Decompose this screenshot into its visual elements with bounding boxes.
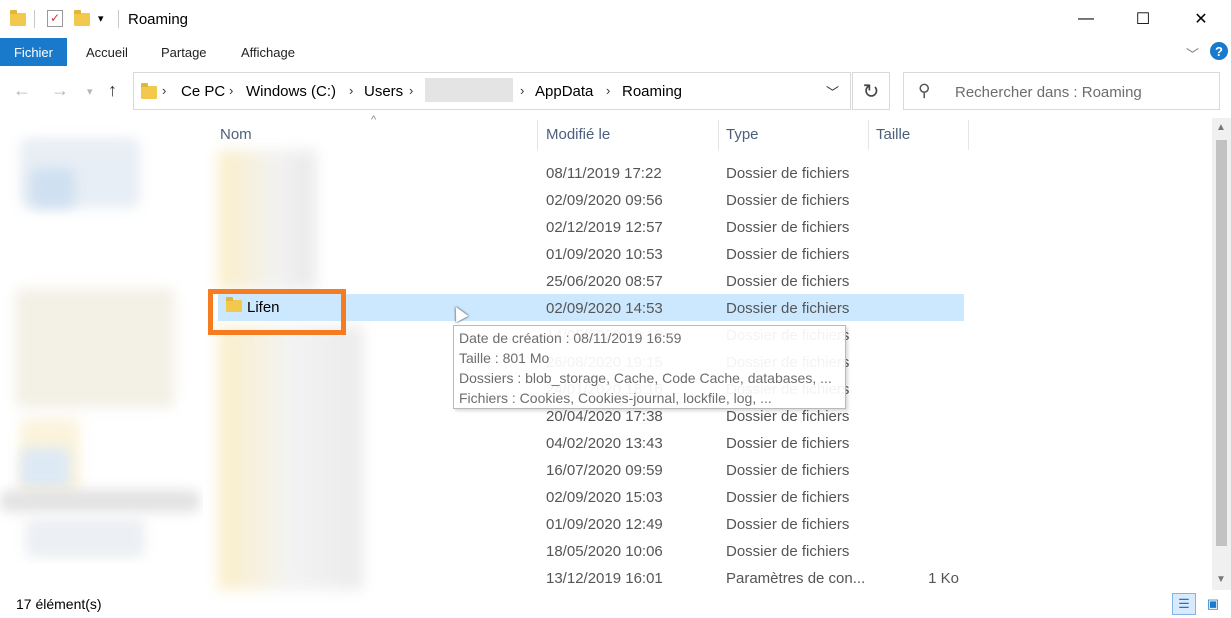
modified-date: 02/09/2020 15:03 <box>546 489 663 506</box>
chevron-right-icon[interactable]: › <box>229 83 233 98</box>
close-button[interactable]: ✕ <box>1178 0 1224 38</box>
file-type: Dossier de fichiers <box>726 516 850 533</box>
modified-date: 02/09/2020 09:56 <box>546 192 663 209</box>
table-row[interactable]: 16/07/2020 09:59 Dossier de fichiers <box>218 456 964 483</box>
folder-info-tooltip: Date de création : 08/11/2019 16:59 Tail… <box>453 325 846 409</box>
folder-icon <box>141 83 157 99</box>
divider <box>118 10 119 28</box>
tab-share[interactable]: Partage <box>161 45 207 60</box>
file-type: Dossier de fichiers <box>726 408 850 425</box>
tab-view[interactable]: Affichage <box>241 45 295 60</box>
highlight-annotation <box>208 289 346 335</box>
search-placeholder: Rechercher dans : Roaming <box>955 84 1142 101</box>
modified-date: 18/05/2020 10:06 <box>546 543 663 560</box>
file-type: Dossier de fichiers <box>726 543 850 560</box>
column-divider[interactable] <box>968 120 969 150</box>
file-type: Paramètres de con... <box>726 570 866 587</box>
breadcrumb-users[interactable]: Users <box>364 83 403 100</box>
tooltip-created: Date de création : 08/11/2019 16:59 <box>459 330 682 346</box>
details-view-button[interactable]: ☰ <box>1172 593 1196 615</box>
chevron-right-icon[interactable]: › <box>349 83 353 98</box>
scroll-up-icon[interactable]: ▲ <box>1216 122 1226 133</box>
table-row[interactable]: 04/02/2020 13:43 Dossier de fichiers <box>218 429 964 456</box>
file-type: Dossier de fichiers <box>726 219 850 236</box>
tooltip-folders: Dossiers : blob_storage, Cache, Code Cac… <box>459 370 832 386</box>
forward-button[interactable]: → <box>51 80 69 101</box>
file-size: 1 Ko <box>928 570 959 587</box>
file-type: Dossier de fichiers <box>726 462 850 479</box>
table-row[interactable]: 13/12/2019 16:01 Paramètres de con... 1 Ko <box>218 564 964 591</box>
table-row[interactable]: 18/05/2020 10:06 Dossier de fichiers <box>218 537 964 564</box>
breadcrumb-redacted-user[interactable] <box>425 78 513 102</box>
address-history-dropdown[interactable]: ﹀ <box>826 82 839 101</box>
back-button[interactable]: ← <box>13 80 31 101</box>
modified-date: 08/11/2019 17:22 <box>546 165 662 182</box>
column-header-name[interactable]: Nom <box>220 126 252 143</box>
search-icon: ⚲ <box>918 81 931 100</box>
chevron-right-icon[interactable]: › <box>520 83 524 98</box>
modified-date: 04/02/2020 13:43 <box>546 435 663 452</box>
table-row[interactable]: 01/09/2020 12:49 Dossier de fichiers <box>218 510 964 537</box>
tab-home[interactable]: Accueil <box>86 45 128 60</box>
column-header-type[interactable]: Type <box>726 126 759 143</box>
item-count: 17 élément(s) <box>16 596 102 612</box>
column-divider[interactable] <box>868 120 869 150</box>
file-type: Dossier de fichiers <box>726 489 850 506</box>
chevron-right-icon[interactable]: › <box>162 83 166 98</box>
tooltip-size: Taille : 801 Mo <box>459 350 550 366</box>
ribbon-tabs: Fichier Accueil Partage Affichage ﹀ <box>0 38 1231 66</box>
table-row[interactable]: 02/09/2020 15:03 Dossier de fichiers <box>218 483 964 510</box>
navigation-pane[interactable] <box>0 118 203 564</box>
sort-ascending-icon: ^ <box>371 114 377 126</box>
modified-date: 25/06/2020 08:57 <box>546 273 663 290</box>
file-type: Dossier de fichiers <box>726 165 850 182</box>
window-title: Roaming <box>128 11 189 28</box>
search-input[interactable]: ⚲ Rechercher dans : Roaming <box>903 72 1220 110</box>
modified-date: 13/12/2019 16:01 <box>546 570 663 587</box>
modified-date: 02/12/2019 12:57 <box>546 219 663 236</box>
column-divider[interactable] <box>718 120 719 150</box>
scrollbar-thumb[interactable] <box>1216 140 1227 546</box>
up-button[interactable]: ↑ <box>108 80 117 101</box>
table-row[interactable]: 02/12/2019 12:57 Dossier de fichiers <box>218 213 964 240</box>
maximize-button[interactable]: ☐ <box>1120 0 1166 38</box>
file-type: Dossier de fichiers <box>726 435 850 452</box>
table-row[interactable]: 01/09/2020 10:53 Dossier de fichiers <box>218 240 964 267</box>
modified-date: 20/04/2020 17:38 <box>546 408 663 425</box>
column-header-modified[interactable]: Modifié le <box>546 126 610 143</box>
vertical-scrollbar[interactable]: ▲ ▼ <box>1212 118 1231 590</box>
tooltip-files: Fichiers : Cookies, Cookies-journal, loc… <box>459 390 772 406</box>
expand-ribbon-icon[interactable]: ﹀ <box>1186 44 1199 63</box>
table-row[interactable]: 08/11/2019 17:22 Dossier de fichiers <box>218 159 964 186</box>
table-row[interactable]: 02/09/2020 09:56 Dossier de fichiers <box>218 186 964 213</box>
large-icons-view-button[interactable]: ▣ <box>1202 595 1224 613</box>
title-bar: ✓ ▾ Roaming — ☐ ✕ <box>0 0 1231 38</box>
customize-quick-access-icon[interactable]: ▾ <box>98 12 104 25</box>
modified-date: 01/09/2020 12:49 <box>546 516 663 533</box>
chevron-right-icon[interactable]: › <box>606 83 610 98</box>
refresh-button[interactable]: ↻ <box>852 72 890 110</box>
breadcrumb-drive[interactable]: Windows (C:) <box>246 83 336 100</box>
modified-date: 02/09/2020 14:53 <box>546 300 663 317</box>
breadcrumb-roaming[interactable]: Roaming <box>622 83 682 100</box>
file-type: Dossier de fichiers <box>726 273 850 290</box>
file-type: Dossier de fichiers <box>726 300 850 317</box>
address-bar[interactable]: › Ce PC › Windows (C:) › Users › › AppDa… <box>133 72 851 110</box>
chevron-right-icon[interactable]: › <box>409 83 413 98</box>
modified-date: 16/07/2020 09:59 <box>546 462 663 479</box>
properties-icon[interactable]: ✓ <box>47 10 63 27</box>
column-header-size[interactable]: Taille <box>876 126 910 143</box>
minimize-button[interactable]: — <box>1063 0 1109 38</box>
breadcrumb-this-pc[interactable]: Ce PC <box>181 83 225 100</box>
scroll-down-icon[interactable]: ▼ <box>1216 574 1226 585</box>
column-divider[interactable] <box>537 120 538 150</box>
breadcrumb-appdata[interactable]: AppData <box>535 83 593 100</box>
file-type: Dossier de fichiers <box>726 246 850 263</box>
help-icon[interactable]: ? <box>1210 42 1228 60</box>
modified-date: 01/09/2020 10:53 <box>546 246 663 263</box>
tab-file[interactable]: Fichier <box>0 38 67 66</box>
file-type: Dossier de fichiers <box>726 192 850 209</box>
recent-locations-button[interactable]: ▾ <box>87 85 93 98</box>
divider <box>34 10 35 28</box>
